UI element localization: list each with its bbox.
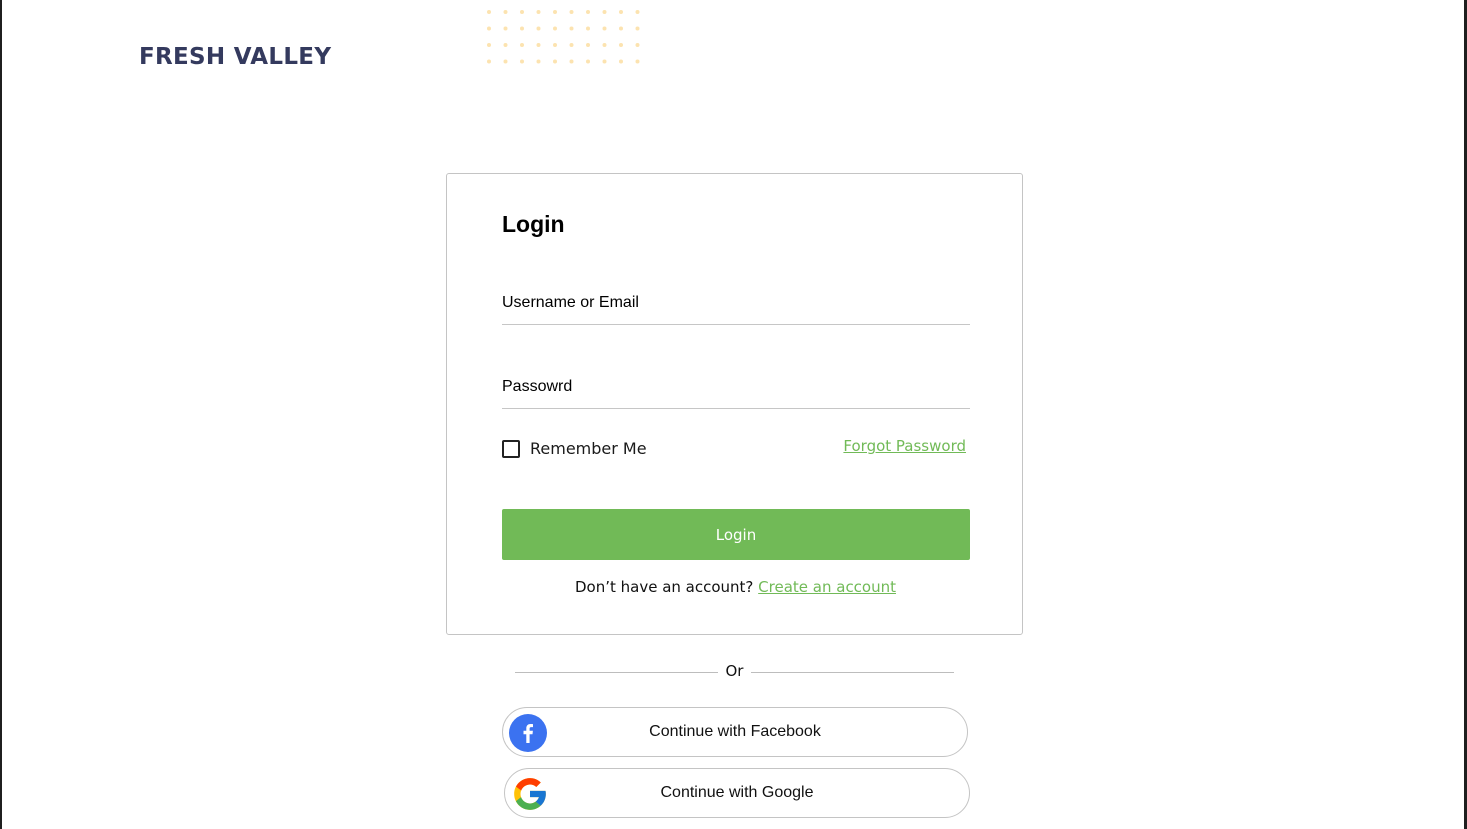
login-button[interactable]: Login xyxy=(502,509,970,560)
window-frame-left xyxy=(0,0,2,829)
decorative-dot xyxy=(553,59,557,64)
username-email-input[interactable] xyxy=(502,294,970,325)
decorative-dot xyxy=(520,10,524,14)
decorative-dot xyxy=(487,26,491,31)
decorative-dot xyxy=(487,43,491,47)
decorative-dot xyxy=(520,43,524,47)
decorative-dot xyxy=(619,59,623,64)
decorative-dot xyxy=(602,43,607,47)
brand-logo[interactable]: FRESH VALLEY xyxy=(139,44,331,70)
decorative-dot xyxy=(635,59,640,64)
create-account-link[interactable]: Create an account xyxy=(758,578,896,596)
decorative-dot xyxy=(569,10,574,14)
decorative-dot xyxy=(586,59,590,64)
remember-me-checkbox[interactable] xyxy=(502,439,520,458)
continue-with-facebook-button[interactable]: Continue with Facebook xyxy=(502,707,968,757)
login-card: Login Remember Me Forgot Password Login … xyxy=(446,173,1023,635)
decorative-dot xyxy=(619,43,623,47)
signup-row: Don’t have an account? Create an account xyxy=(447,578,1024,596)
decorative-dot xyxy=(536,26,541,31)
remember-me-control[interactable]: Remember Me xyxy=(502,439,647,458)
decorative-dot xyxy=(602,10,607,14)
divider-line-right xyxy=(751,672,954,673)
decorative-dot xyxy=(520,59,524,64)
decorative-dot xyxy=(586,26,590,31)
decorative-dot xyxy=(487,59,491,64)
signup-prompt: Don’t have an account? xyxy=(574,578,754,596)
decorative-dot xyxy=(503,10,508,14)
decorative-dot xyxy=(536,43,541,47)
decorative-dot xyxy=(520,26,524,31)
google-button-label: Continue with Google xyxy=(660,784,814,801)
login-title: Login xyxy=(502,211,565,237)
decorative-dot xyxy=(602,26,607,31)
or-divider: Or xyxy=(515,662,954,682)
decorative-dot xyxy=(487,10,491,14)
divider-line-left xyxy=(515,672,718,673)
decorative-dot xyxy=(619,10,623,14)
decorative-dot xyxy=(569,26,574,31)
facebook-button-label: Continue with Facebook xyxy=(649,723,821,740)
decorative-dot xyxy=(569,43,574,47)
decorative-dot xyxy=(503,59,508,64)
decorative-dot xyxy=(635,10,640,14)
decorative-dot xyxy=(503,43,508,47)
decorative-dot xyxy=(503,26,508,31)
decorative-dot xyxy=(553,26,557,31)
decorative-dot xyxy=(635,43,640,47)
decorative-dot xyxy=(536,10,541,14)
decorative-dot xyxy=(553,10,557,14)
decorative-dot xyxy=(619,26,623,31)
or-text: Or xyxy=(725,662,744,680)
forgot-password-link[interactable]: Forgot Password xyxy=(843,437,966,455)
decorative-dot-pattern xyxy=(487,10,640,64)
decorative-dot xyxy=(635,26,640,31)
decorative-dot xyxy=(602,59,607,64)
continue-with-google-button[interactable]: Continue with Google xyxy=(504,768,970,818)
decorative-dot xyxy=(586,10,590,14)
decorative-dot xyxy=(553,43,557,47)
remember-me-label: Remember Me xyxy=(530,439,647,458)
decorative-dot xyxy=(569,59,574,64)
decorative-dot xyxy=(536,59,541,64)
password-input[interactable] xyxy=(502,378,970,409)
decorative-dot xyxy=(586,43,590,47)
